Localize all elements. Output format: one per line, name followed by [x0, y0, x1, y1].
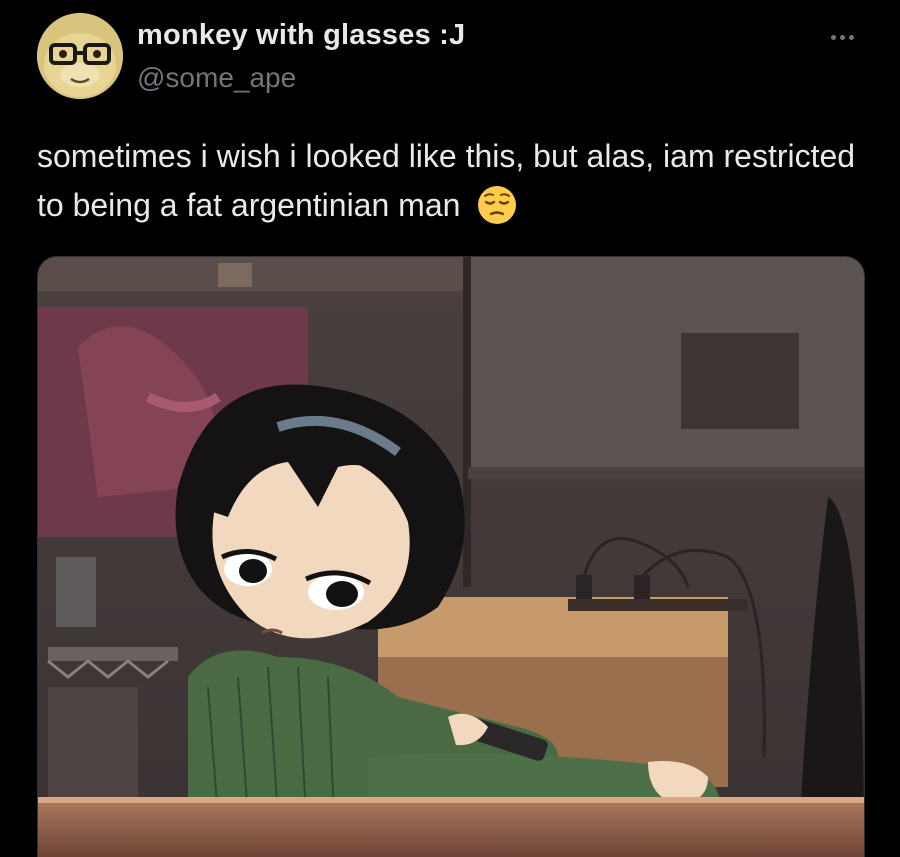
dot — [830, 34, 836, 40]
post-media-image[interactable] — [37, 256, 865, 857]
dot — [839, 34, 845, 40]
more-options-icon[interactable] — [822, 22, 862, 52]
post-header: monkey with glasses :J @some_ape — [0, 0, 900, 110]
anime-illustration — [38, 257, 864, 857]
pensive-face-icon — [478, 186, 517, 224]
author-avatar[interactable] — [37, 13, 123, 99]
dot — [848, 34, 854, 40]
post-text: sometimes i wish i looked like this, but… — [37, 138, 856, 223]
author-handle[interactable]: @some_ape — [137, 62, 296, 94]
author-display-name[interactable]: monkey with glasses :J — [137, 19, 465, 52]
monkey-with-glasses-avatar-icon — [37, 13, 123, 99]
post-text-container: sometimes i wish i looked like this, but… — [37, 132, 857, 230]
